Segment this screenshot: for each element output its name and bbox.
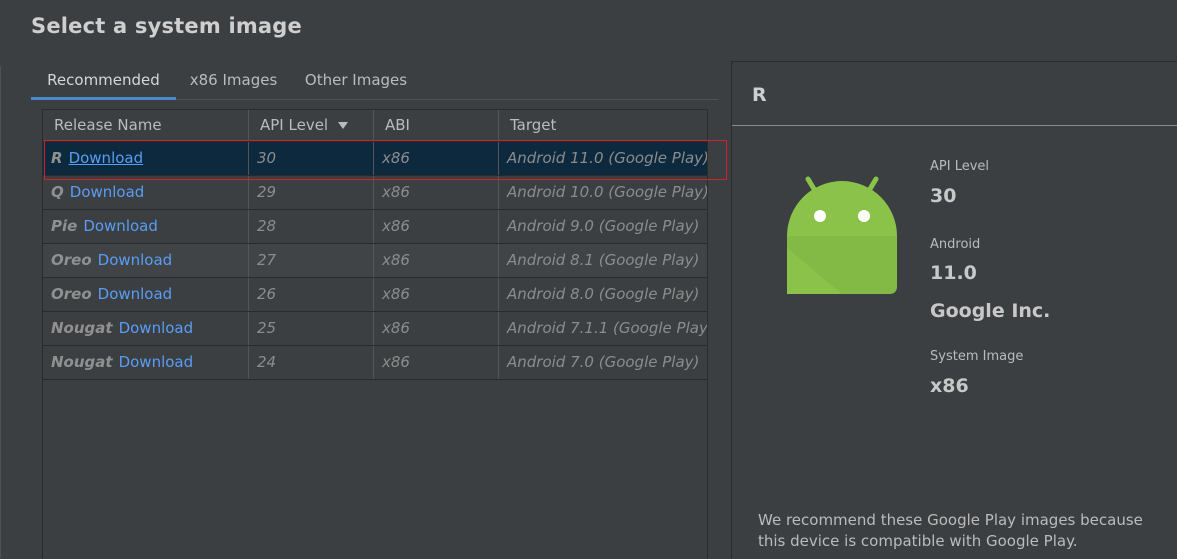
column-header-label: ABI	[385, 116, 410, 134]
target-cell: Android 11.0 (Google Play)	[507, 149, 707, 167]
dialog-title: Select a system image	[31, 14, 302, 38]
release-name: R	[51, 149, 63, 167]
android-robot-icon	[787, 176, 897, 294]
image-detail-panel: R API Level 30 Android 11.0 Google Inc. …	[731, 61, 1177, 559]
column-header-label: API Level	[260, 116, 329, 134]
download-link[interactable]: Download	[119, 319, 194, 337]
download-link[interactable]: Download	[70, 183, 145, 201]
api-level-cell: 30	[249, 142, 374, 175]
download-link[interactable]: Download	[98, 251, 173, 269]
target-cell: Android 10.0 (Google Play)	[507, 183, 707, 201]
table-row[interactable]: Nougat Download 24 x86 Android 7.0 (Googl…	[43, 346, 707, 380]
download-link[interactable]: Download	[98, 285, 173, 303]
abi-cell: x86	[374, 142, 499, 175]
api-level-cell: 26	[249, 278, 374, 311]
tab-other-images[interactable]: Other Images	[299, 64, 413, 98]
abi-cell: x86	[374, 176, 499, 209]
api-level-value: 30	[930, 185, 957, 207]
active-tab-indicator	[31, 97, 176, 100]
release-name: Oreo	[51, 285, 92, 303]
target-cell: Android 8.1 (Google Play)	[507, 251, 700, 269]
system-image-value: x86	[930, 375, 969, 397]
table-row[interactable]: Q Download 29 x86 Android 10.0 (Google Pl…	[43, 176, 707, 210]
release-name-cell: Q Download	[43, 176, 249, 209]
column-header-abi[interactable]: ABI	[374, 110, 499, 141]
api-level-cell: 28	[249, 210, 374, 243]
recommendation-note: We recommend these Google Play images be…	[758, 511, 1143, 550]
target-cell: Android 7.0 (Google Play)	[507, 353, 700, 371]
abi-cell: x86	[374, 244, 499, 277]
column-header-target[interactable]: Target	[499, 110, 707, 141]
api-level-label: API Level	[930, 159, 990, 174]
detail-divider	[732, 125, 1177, 126]
sort-descending-icon	[338, 122, 349, 129]
release-name: Oreo	[51, 251, 92, 269]
table-row[interactable]: Oreo Download 26 x86 Android 8.0 (Google …	[43, 278, 707, 312]
target-cell: Android 8.0 (Google Play)	[507, 285, 700, 303]
release-name: Nougat	[51, 353, 113, 371]
download-link[interactable]: Download	[69, 149, 144, 167]
api-level-cell: 29	[249, 176, 374, 209]
target-cell: Android 7.1.1 (Google Play)	[507, 319, 707, 337]
tab-x86-images[interactable]: x86 Images	[181, 64, 286, 98]
abi-cell: x86	[374, 346, 499, 379]
tab-recommended[interactable]: Recommended	[31, 64, 176, 98]
abi-cell: x86	[374, 210, 499, 243]
column-header-label: Release Name	[54, 116, 162, 134]
system-image-label: System Image	[930, 349, 1024, 364]
api-level-cell: 27	[249, 244, 374, 277]
android-label: Android	[930, 237, 981, 252]
android-version-value: 11.0	[930, 262, 977, 284]
release-name: Q	[51, 183, 64, 201]
release-name: Pie	[51, 217, 78, 235]
column-header-release-name[interactable]: Release Name	[43, 110, 249, 141]
release-name-cell: Pie Download	[43, 210, 249, 243]
release-name-cell: R Download	[43, 142, 249, 175]
download-link[interactable]: Download	[83, 217, 158, 235]
abi-cell: x86	[374, 278, 499, 311]
release-name-cell: Oreo Download	[43, 278, 249, 311]
column-header-api-level[interactable]: API Level	[249, 110, 374, 141]
release-name: Nougat	[51, 319, 113, 337]
vendor-value: Google Inc.	[930, 300, 1051, 322]
download-link[interactable]: Download	[119, 353, 194, 371]
release-name-cell: Nougat Download	[43, 346, 249, 379]
abi-cell: x86	[374, 312, 499, 345]
release-name-cell: Nougat Download	[43, 312, 249, 345]
detail-title: R	[752, 84, 767, 106]
target-cell: Android 9.0 (Google Play)	[507, 217, 700, 235]
release-name-cell: Oreo Download	[43, 244, 249, 277]
column-header-label: Target	[510, 116, 557, 134]
api-level-cell: 24	[249, 346, 374, 379]
table-row[interactable]: Nougat Download 25 x86 Android 7.1.1 (Goo…	[43, 312, 707, 346]
table-row[interactable]: R Download 30 x86 Android 11.0 (Google Pl…	[43, 142, 707, 176]
table-header: Release Name API Level ABI Target	[43, 110, 707, 142]
api-level-cell: 25	[249, 312, 374, 345]
table-row[interactable]: Pie Download 28 x86 Android 9.0 (Google P…	[43, 210, 707, 244]
table-row[interactable]: Oreo Download 27 x86 Android 8.1 (Google …	[43, 244, 707, 278]
left-divider	[0, 66, 1, 558]
system-image-table: Release Name API Level ABI Target R Downl…	[42, 109, 708, 559]
